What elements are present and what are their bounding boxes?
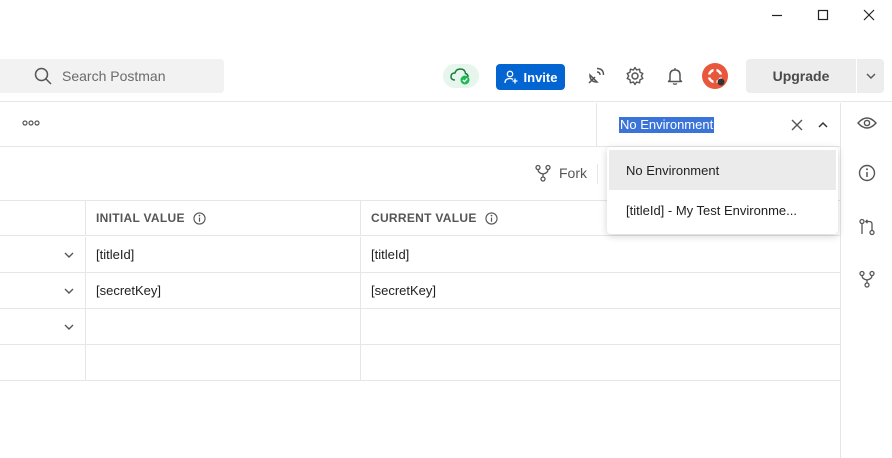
add-user-icon	[503, 70, 518, 84]
close-icon	[863, 9, 875, 21]
environment-select-input[interactable]: No Environment	[619, 117, 715, 133]
initial-value-cell[interactable]	[86, 309, 361, 344]
fork-icon	[535, 164, 551, 182]
environment-quick-look-button[interactable]	[855, 111, 879, 135]
row-type-toggle[interactable]	[0, 237, 86, 272]
maximize-button[interactable]	[800, 0, 846, 30]
sync-status[interactable]	[443, 64, 479, 88]
initial-value-cell[interactable]: [titleId]	[86, 237, 361, 272]
invite-button[interactable]: Invite	[496, 64, 565, 90]
eye-icon	[857, 117, 877, 129]
chevron-up-icon	[818, 121, 828, 128]
info-icon[interactable]	[485, 211, 498, 225]
user-avatar[interactable]	[702, 63, 728, 89]
environment-collapse-button[interactable]	[813, 115, 833, 135]
search-placeholder: Search Postman	[62, 68, 166, 84]
table-row	[0, 345, 840, 381]
environment-dropdown: No Environment [titleId] - My Test Envir…	[607, 147, 838, 234]
current-value-cell[interactable]: [titleId]	[361, 237, 840, 272]
environment-selector[interactable]: No Environment	[596, 103, 840, 147]
table-row	[0, 309, 840, 345]
current-value-cell[interactable]	[361, 345, 840, 380]
runner-button[interactable]	[584, 64, 608, 88]
chevron-down-icon	[64, 324, 74, 330]
header-initial-label: INITIAL VALUE	[96, 211, 185, 225]
satellite-icon	[588, 67, 605, 84]
maximize-icon	[817, 9, 829, 21]
current-value-cell[interactable]: [secretKey]	[361, 273, 840, 308]
info-icon	[858, 164, 876, 182]
initial-value-cell[interactable]: [secretKey]	[86, 273, 361, 308]
cloud-sync-icon	[450, 68, 470, 85]
close-window-button[interactable]	[846, 0, 892, 30]
fork-icon	[859, 270, 875, 288]
more-tabs-button[interactable]	[22, 115, 40, 131]
environment-clear-button[interactable]	[787, 115, 807, 135]
row-type-toggle[interactable]	[0, 309, 86, 344]
pull-requests-button[interactable]	[855, 215, 879, 239]
info-button[interactable]	[855, 161, 879, 185]
row-empty-cell	[0, 345, 86, 380]
info-icon[interactable]	[193, 211, 206, 225]
chevron-down-icon	[64, 288, 74, 294]
table-row: [titleId] [titleId]	[0, 237, 840, 273]
minimize-button[interactable]	[754, 0, 800, 30]
close-icon	[791, 119, 803, 131]
upgrade-button[interactable]: Upgrade	[746, 59, 856, 93]
forks-button[interactable]	[855, 267, 879, 291]
settings-button[interactable]	[623, 64, 647, 88]
environment-option-none[interactable]: No Environment	[609, 150, 836, 190]
toolbar-divider	[597, 164, 598, 184]
upgrade-label: Upgrade	[772, 68, 830, 84]
initial-value-cell[interactable]	[86, 345, 361, 380]
header-cell-variable	[0, 201, 86, 235]
upgrade-dropdown-button[interactable]	[857, 59, 884, 93]
environment-option-test[interactable]: [titleId] - My Test Environme...	[607, 190, 838, 230]
fork-button[interactable]: Fork	[535, 164, 587, 182]
notifications-button[interactable]	[663, 64, 687, 88]
right-sidebar	[840, 103, 892, 458]
fork-label: Fork	[559, 165, 587, 181]
title-bar	[0, 0, 892, 30]
header-initial-value: INITIAL VALUE	[86, 201, 361, 235]
pull-request-icon	[859, 218, 875, 236]
more-icon	[22, 120, 40, 126]
row-type-toggle[interactable]	[0, 273, 86, 308]
table-row: [secretKey] [secretKey]	[0, 273, 840, 309]
avatar-icon	[705, 66, 725, 86]
gear-icon	[626, 66, 644, 86]
chevron-down-icon	[64, 252, 74, 258]
header-current-label: CURRENT VALUE	[371, 211, 477, 225]
app-header: Search Postman Invite Upgrade	[0, 50, 892, 102]
bell-icon	[667, 68, 683, 85]
chevron-down-icon	[866, 73, 875, 79]
invite-label: Invite	[523, 69, 558, 85]
current-value-cell[interactable]	[361, 309, 840, 344]
search-icon	[34, 67, 52, 85]
search-bar[interactable]: Search Postman	[0, 59, 224, 93]
minimize-icon	[772, 14, 782, 17]
